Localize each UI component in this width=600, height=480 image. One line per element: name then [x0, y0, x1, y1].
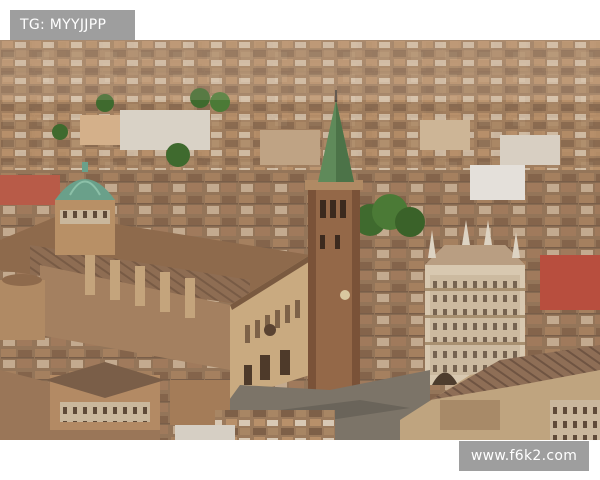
aerial-city-photo — [0, 40, 600, 440]
watermark-top-left: TG: MYYJJPP — [10, 10, 135, 40]
watermark-bottom-right: www.f6k2.com — [459, 441, 589, 471]
